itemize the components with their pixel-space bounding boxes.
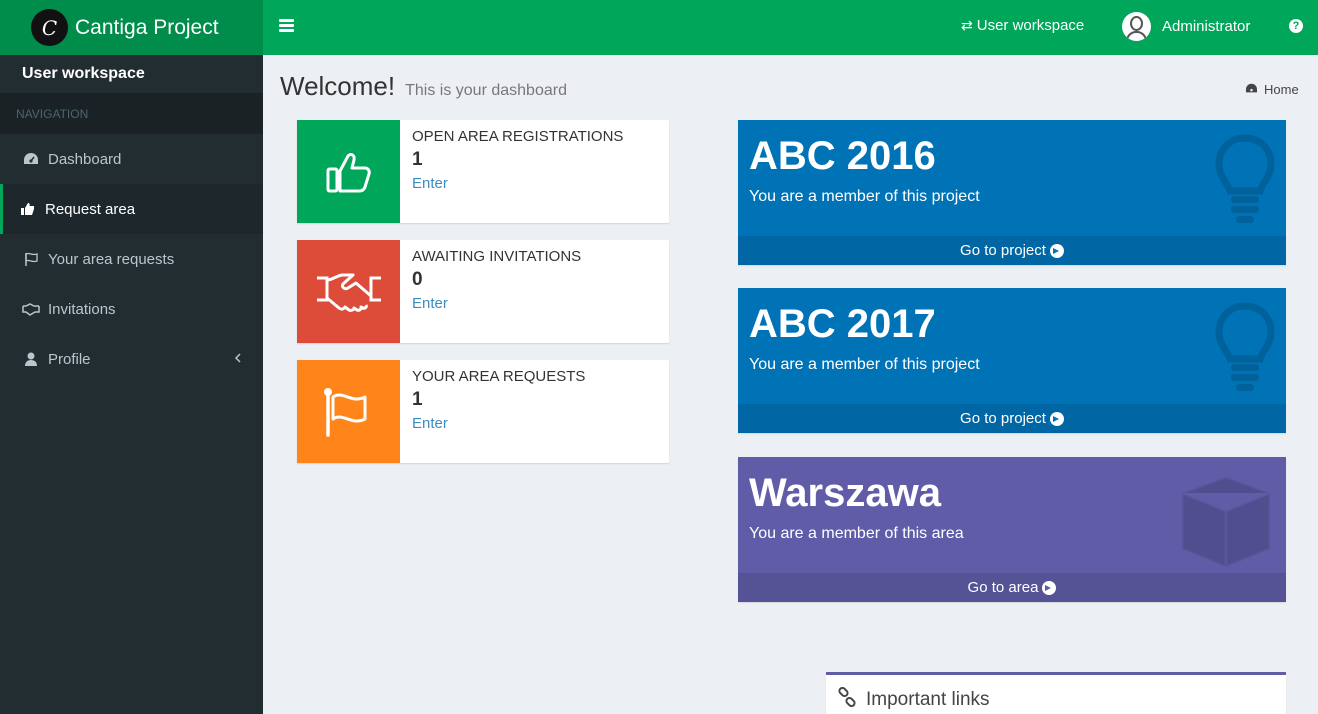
info-box-area-requests: YOUR AREA REQUESTS 1 Enter	[297, 360, 669, 463]
sidebar-item-profile[interactable]: Profile	[0, 334, 263, 384]
workspace-switch-label: User workspace	[976, 17, 1085, 34]
info-box-count: 1	[412, 149, 423, 170]
sidebar-item-label: Invitations	[48, 300, 116, 318]
sidebar-item-label: Your area requests	[48, 250, 175, 268]
go-to-project-label: Go to project	[960, 242, 1046, 259]
sidebar-item-label: Request area	[45, 200, 136, 218]
handshake-icon	[297, 240, 400, 343]
breadcrumb[interactable]: Home	[1245, 82, 1299, 97]
go-to-project-label: Go to project	[960, 410, 1046, 427]
workspace-switch-link[interactable]: ⇄ User workspace	[961, 17, 1084, 34]
lightbulb-icon	[1214, 134, 1276, 229]
logo-icon: C	[31, 9, 68, 46]
info-box-count: 0	[412, 269, 423, 290]
avatar	[1122, 12, 1151, 41]
dashboard-icon	[1245, 82, 1258, 97]
project-box-abc-2016: ABC 2016 You are a member of this projec…	[738, 120, 1286, 265]
important-links-title: Important links	[866, 689, 990, 710]
breadcrumb-home: Home	[1264, 82, 1299, 97]
user-icon	[22, 352, 40, 366]
help-icon[interactable]: ?	[1289, 19, 1303, 33]
project-title: ABC 2016	[749, 134, 936, 178]
go-to-project-link[interactable]: Go to project	[738, 236, 1286, 265]
go-to-area-label: Go to area	[967, 579, 1039, 596]
sidebar-item-dashboard[interactable]: Dashboard	[0, 134, 263, 184]
sidebar-item-request-area[interactable]: Request area	[0, 184, 263, 234]
enter-link[interactable]: Enter	[412, 175, 623, 192]
enter-link[interactable]: Enter	[412, 415, 585, 432]
info-box-label: AWAITING INVITATIONS	[412, 248, 582, 265]
info-box-open-registrations: OPEN AREA REGISTRATIONS 1 Enter	[297, 120, 669, 223]
app-logo[interactable]: C Cantiga Project	[0, 0, 263, 55]
page-subtitle: This is your dashboard	[405, 82, 567, 99]
flag-icon	[22, 252, 40, 267]
user-menu[interactable]: Administrator	[1122, 12, 1250, 41]
chevron-left-icon	[234, 352, 241, 366]
sidebar: User workspace NAVIGATION Dashboard Requ…	[0, 55, 263, 714]
thumbs-up-icon	[297, 120, 400, 223]
page-title: Welcome!	[280, 71, 396, 101]
sidebar-workspace-title: User workspace	[0, 55, 263, 93]
app-title: Cantiga Project	[75, 15, 219, 39]
enter-link[interactable]: Enter	[412, 295, 581, 312]
info-box-label: OPEN AREA REGISTRATIONS	[412, 128, 624, 145]
project-box-abc-2017: ABC 2017 You are a member of this projec…	[738, 288, 1286, 433]
info-box-count: 1	[412, 389, 423, 410]
arrow-circle-right-icon	[1049, 243, 1064, 258]
info-box-awaiting-invitations: AWAITING INVITATIONS 0 Enter	[297, 240, 669, 343]
sidebar-nav-header: NAVIGATION	[0, 93, 263, 134]
link-icon	[837, 686, 857, 713]
sidebar-item-area-requests[interactable]: Your area requests	[0, 234, 263, 284]
dashboard-icon	[22, 152, 40, 166]
thumbs-up-icon	[19, 202, 37, 216]
sidebar-item-label: Profile	[48, 350, 91, 368]
area-box-warszawa: Warszawa You are a member of this area G…	[738, 457, 1286, 602]
arrow-circle-right-icon	[1049, 411, 1064, 426]
go-to-area-link[interactable]: Go to area	[738, 573, 1286, 602]
important-links-box: Important links	[826, 672, 1286, 714]
top-navbar: ⇄ User workspace Administrator ?	[263, 0, 1318, 55]
project-title: ABC 2017	[749, 302, 936, 346]
page-header: Welcome! This is your dashboard	[280, 71, 567, 102]
sidebar-item-label: Dashboard	[48, 150, 122, 168]
flag-icon	[297, 360, 400, 463]
sidebar-toggle-icon[interactable]	[279, 19, 294, 33]
user-name: Administrator	[1162, 18, 1251, 35]
info-box-label: YOUR AREA REQUESTS	[412, 368, 586, 385]
lightbulb-icon	[1214, 302, 1276, 397]
handshake-icon	[22, 302, 40, 316]
cube-icon	[1176, 473, 1276, 576]
go-to-project-link[interactable]: Go to project	[738, 404, 1286, 433]
project-membership-text: You are a member of this project	[749, 188, 980, 205]
sidebar-item-invitations[interactable]: Invitations	[0, 284, 263, 334]
project-membership-text: You are a member of this project	[749, 356, 980, 373]
arrow-circle-right-icon	[1042, 580, 1057, 595]
exchange-icon: ⇄	[961, 17, 973, 33]
